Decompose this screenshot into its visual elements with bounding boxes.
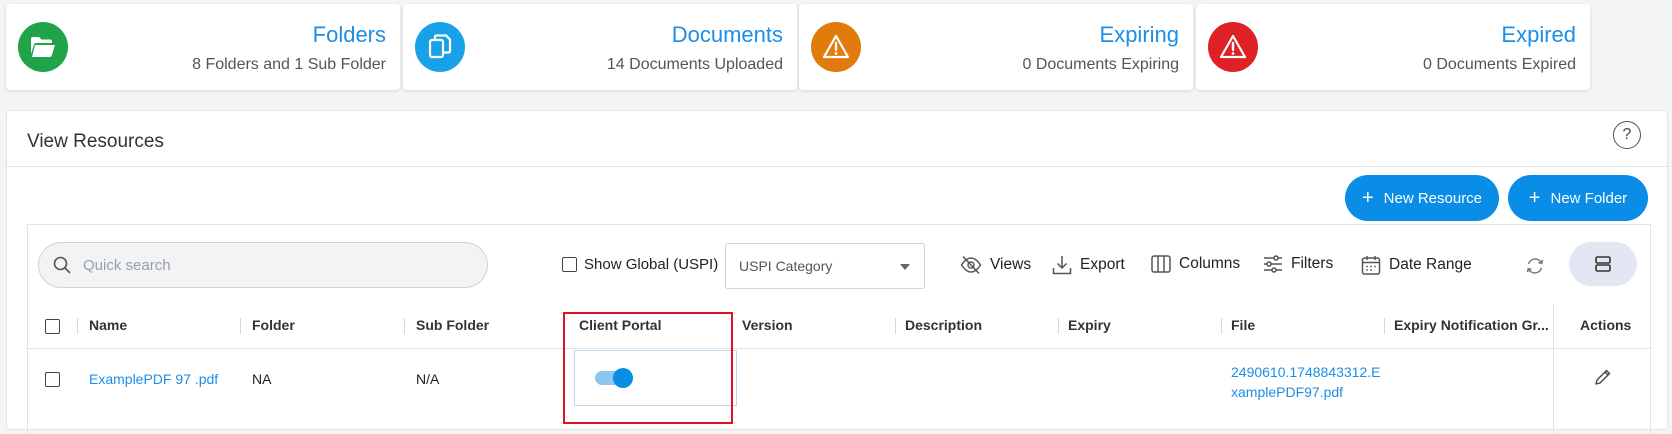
checkbox[interactable] — [562, 257, 577, 272]
warning-icon — [1208, 22, 1258, 72]
category-value: USPI Category — [739, 258, 833, 274]
file-link-line-2: xamplePDF97.pdf — [1231, 384, 1344, 400]
new-resource-label: New Resource — [1383, 189, 1483, 207]
date-range-label: Date Range — [1389, 256, 1472, 273]
download-icon — [1052, 256, 1072, 275]
calendar-icon — [1361, 256, 1381, 275]
table-row: ExamplePDF 97 .pdf NA N/A 2490610.174884… — [28, 350, 1652, 420]
folders-card[interactable]: Folders 8 Folders and 1 Sub Folder — [6, 4, 400, 90]
sub-folder-cell: N/A — [416, 371, 440, 387]
column-header-expiry[interactable]: Expiry — [1068, 317, 1111, 333]
card-title: Expiring — [1099, 22, 1179, 47]
select-all-checkbox[interactable] — [45, 319, 60, 334]
views-label: Views — [990, 256, 1032, 273]
filters-label: Filters — [1291, 255, 1334, 272]
warning-icon — [811, 22, 861, 72]
expiring-card[interactable]: Expiring 0 Documents Expiring — [799, 4, 1193, 90]
export-label: Export — [1080, 256, 1125, 273]
expired-card[interactable]: Expired 0 Documents Expired — [1196, 4, 1590, 90]
columns-button[interactable]: Columns — [1151, 255, 1240, 273]
search-icon — [53, 256, 71, 274]
card-subtitle: 8 Folders and 1 Sub Folder — [192, 56, 386, 73]
plus-icon: + — [1361, 187, 1374, 209]
search-input[interactable] — [83, 256, 463, 274]
new-resource-button[interactable]: + New Resource — [1345, 175, 1499, 221]
columns-icon — [1151, 255, 1171, 273]
export-button[interactable]: Export — [1052, 255, 1125, 275]
show-global-label: Show Global (USPI) — [584, 256, 719, 273]
card-subtitle: 0 Documents Expired — [1423, 56, 1576, 73]
plus-icon: + — [1528, 187, 1541, 209]
filters-button[interactable]: Filters — [1263, 255, 1333, 273]
column-header-file[interactable]: File — [1231, 317, 1255, 333]
client-portal-toggle[interactable] — [595, 368, 633, 388]
new-folder-label: New Folder — [1550, 189, 1628, 207]
question-icon[interactable]: ? — [1613, 121, 1641, 149]
folder-cell: NA — [252, 371, 272, 387]
column-header-version[interactable]: Version — [742, 317, 793, 333]
date-range-button[interactable]: Date Range — [1361, 255, 1472, 275]
column-header-expiry-notification[interactable]: Expiry Notification Gr... — [1394, 317, 1549, 333]
layout-toggle-button[interactable] — [1569, 242, 1637, 286]
column-header-folder[interactable]: Folder — [252, 317, 295, 333]
column-header-actions: Actions — [1580, 317, 1632, 333]
divider — [7, 166, 1667, 167]
refresh-icon[interactable] — [1525, 256, 1545, 281]
quick-search[interactable] — [38, 242, 488, 288]
table-header: Name Folder Sub Folder Client Portal Ver… — [28, 304, 1652, 349]
row-checkbox[interactable] — [45, 372, 60, 387]
category-select[interactable]: USPI Category — [725, 243, 925, 289]
views-button[interactable]: Views — [960, 255, 1031, 275]
card-title: Expired — [1501, 22, 1576, 47]
card-subtitle: 14 Documents Uploaded — [606, 56, 783, 73]
sliders-icon — [1264, 255, 1282, 273]
file-link-line-1: 2490610.1748843312.E — [1231, 364, 1381, 380]
toggle-knob — [613, 368, 633, 388]
page-title: View Resources — [27, 131, 164, 152]
column-header-client-portal[interactable]: Client Portal — [579, 317, 661, 333]
documents-icon — [415, 22, 465, 72]
card-subtitle: 0 Documents Expiring — [1022, 56, 1179, 73]
pencil-icon[interactable] — [1594, 368, 1612, 389]
rows-icon — [1595, 256, 1611, 272]
summary-cards: Folders 8 Folders and 1 Sub Folder Docum… — [6, 4, 1670, 90]
columns-label: Columns — [1179, 255, 1241, 272]
resource-name-link[interactable]: ExamplePDF 97 .pdf — [89, 371, 218, 387]
chevron-down-icon — [900, 264, 910, 270]
client-portal-cell — [574, 350, 737, 406]
column-header-sub-folder[interactable]: Sub Folder — [416, 317, 489, 333]
folder-icon — [18, 22, 68, 72]
new-folder-button[interactable]: + New Folder — [1508, 175, 1648, 221]
resources-table-container: Show Global (USPI) USPI Category Views E… — [27, 224, 1652, 434]
eye-off-icon — [960, 255, 982, 275]
column-header-description[interactable]: Description — [905, 317, 982, 333]
column-header-name[interactable]: Name — [89, 317, 127, 333]
show-global-checkbox[interactable]: Show Global (USPI) — [562, 256, 718, 273]
file-link[interactable]: 2490610.1748843312.E xamplePDF97.pdf — [1231, 362, 1380, 402]
documents-card[interactable]: Documents 14 Documents Uploaded — [403, 4, 797, 90]
card-title: Folders — [312, 22, 386, 47]
card-title: Documents — [671, 22, 783, 47]
view-resources-panel: View Resources ? + New Resource + New Fo… — [6, 110, 1668, 434]
